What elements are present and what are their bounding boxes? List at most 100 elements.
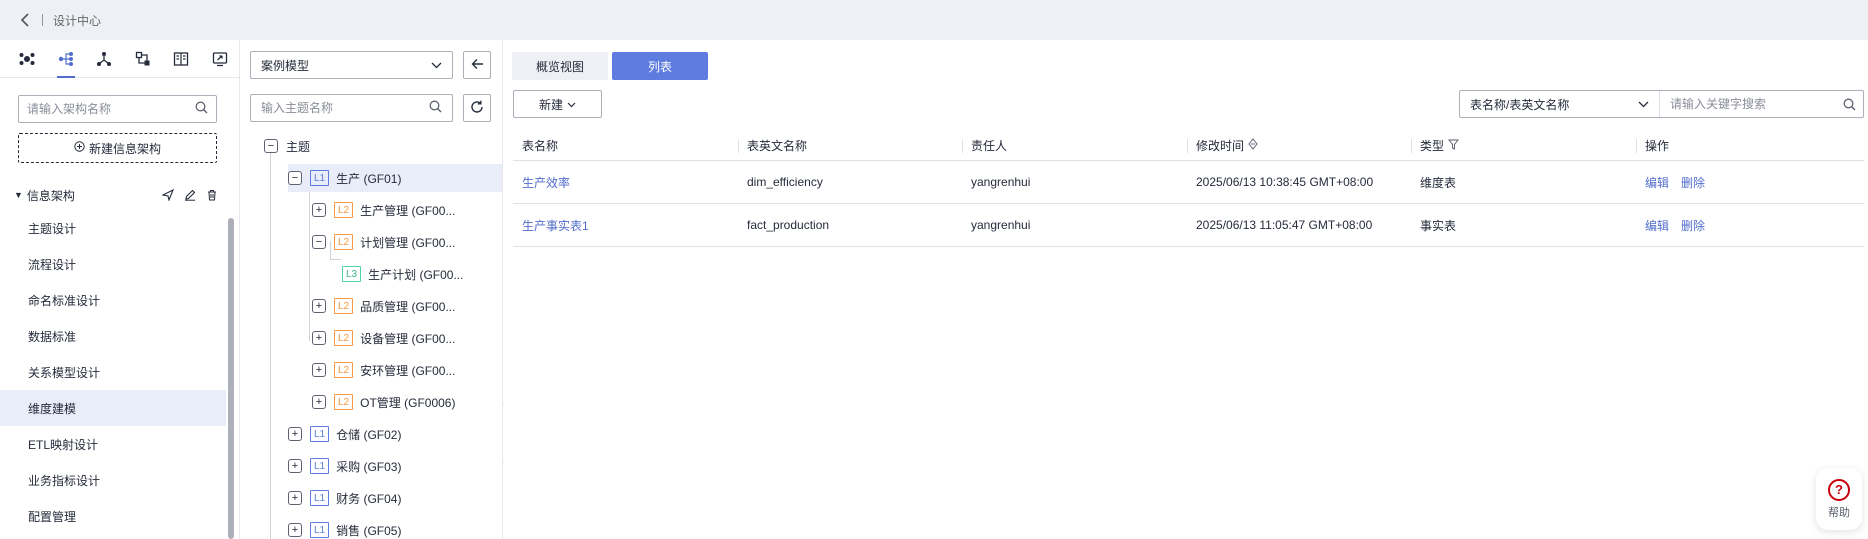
column-header-en-name: 表英文名称 xyxy=(738,131,962,160)
tree-node[interactable]: + L1 销售 (GF05) xyxy=(288,516,401,539)
expand-icon[interactable]: + xyxy=(312,203,326,217)
expand-icon[interactable]: + xyxy=(288,459,302,473)
architecture-search-input[interactable] xyxy=(27,102,195,116)
tree-node[interactable]: + L1 财务 (GF04) xyxy=(288,484,401,512)
expand-icon[interactable]: + xyxy=(288,427,302,441)
nav-item-data-standard[interactable]: 数据标准 xyxy=(0,318,226,354)
collapse-icon[interactable]: − xyxy=(312,235,326,249)
table-cell-type: 事实表 xyxy=(1420,218,1457,233)
filter-icon[interactable] xyxy=(1447,139,1460,153)
nav-item-config-management[interactable]: 配置管理 xyxy=(0,498,226,534)
monitor-icon[interactable] xyxy=(201,40,240,78)
table-row: 生产事实表1 fact_production yangrenhui 2025/0… xyxy=(513,204,1864,247)
tree-guide-line xyxy=(309,179,310,341)
search-icon[interactable] xyxy=(429,100,442,116)
expand-icon[interactable]: + xyxy=(312,299,326,313)
model-select[interactable]: 案例模型 xyxy=(250,51,453,79)
new-architecture-button[interactable]: 新建信息架构 xyxy=(18,133,217,163)
nav-item-topic-design[interactable]: 主题设计 xyxy=(0,210,226,246)
help-button[interactable]: ? 帮助 xyxy=(1816,468,1862,530)
collapse-icon[interactable]: − xyxy=(264,139,278,153)
nav-item-label: 数据标准 xyxy=(28,329,77,344)
tree-node[interactable]: + L2 OT管理 (GF0006) xyxy=(312,388,455,416)
tree-node-label: 生产计划 (GF00... xyxy=(368,267,464,282)
tree-node[interactable]: + L2 品质管理 (GF00... xyxy=(312,292,455,320)
tree-node-label: 安环管理 (GF00... xyxy=(360,363,456,378)
column-header-name: 表名称 xyxy=(513,131,738,160)
relation-icon[interactable] xyxy=(85,40,124,78)
level-badge: L2 xyxy=(334,362,354,378)
tree-root[interactable]: − 主题 xyxy=(264,132,502,160)
nav-item-business-metrics[interactable]: 业务指标设计 xyxy=(0,462,226,498)
page-title: 设计中心 xyxy=(53,13,102,28)
tree-node[interactable]: + L2 安环管理 (GF00... xyxy=(312,356,455,384)
keyword-search-input[interactable] xyxy=(1660,97,1835,111)
nav-item-process-design[interactable]: 流程设计 xyxy=(0,246,226,282)
chevron-left-icon[interactable] xyxy=(18,13,32,27)
tree-node-label: 生产 (GF01) xyxy=(336,171,402,186)
send-icon[interactable] xyxy=(162,189,174,201)
expand-icon[interactable]: + xyxy=(288,491,302,505)
arrow-left-icon xyxy=(471,58,484,73)
info-architecture-title: 信息架构 xyxy=(26,188,75,203)
expand-icon[interactable]: + xyxy=(288,523,302,537)
delete-link[interactable]: 删除 xyxy=(1681,217,1705,234)
divider xyxy=(42,14,43,26)
level-badge: L1 xyxy=(310,522,330,538)
tree-node[interactable]: + L1 采购 (GF03) xyxy=(288,452,401,480)
topic-search-field[interactable] xyxy=(250,94,453,122)
search-icon[interactable] xyxy=(1835,98,1863,111)
table-name-link[interactable]: 生产事实表1 xyxy=(522,219,589,233)
tree-node[interactable]: − L1 生产 (GF01) xyxy=(288,164,502,192)
tree-node[interactable]: + L2 设备管理 (GF00... xyxy=(312,324,455,352)
tree-node[interactable]: L3 生产计划 (GF00... xyxy=(342,260,463,288)
nav-item-naming-standard[interactable]: 命名标准设计 xyxy=(0,282,226,318)
topic-tree-panel: 案例模型 − 主题 − L1 生产 (GF01) xyxy=(240,40,503,539)
delete-link[interactable]: 删除 xyxy=(1681,174,1705,191)
nav-item-dimensional-modeling[interactable]: 维度建模 xyxy=(0,390,226,426)
nav-item-relational-model[interactable]: 关系模型设计 xyxy=(0,354,226,390)
edit-link[interactable]: 编辑 xyxy=(1645,217,1669,234)
tree-node[interactable]: − L2 计划管理 (GF00... xyxy=(312,228,455,256)
view-tabs: 概览视图 列表 xyxy=(512,52,708,80)
sort-icon[interactable] xyxy=(1248,138,1258,153)
edit-link[interactable]: 编辑 xyxy=(1645,174,1669,191)
table-cell-actions: 编辑 删除 xyxy=(1636,174,1864,191)
table-name-link[interactable]: 生产效率 xyxy=(522,176,570,190)
search-field-select[interactable]: 表名称/表英文名称 xyxy=(1460,91,1660,117)
tree-node[interactable]: + L1 仓储 (GF02) xyxy=(288,420,401,448)
nav-item-label: ETL映射设计 xyxy=(28,437,99,452)
table-header: 表名称 表英文名称 责任人 修改时间 类型 操作 xyxy=(513,131,1864,161)
book-icon[interactable] xyxy=(162,40,201,78)
caret-down-icon[interactable]: ▼ xyxy=(14,190,23,200)
info-architecture-header[interactable]: ▼ 信息架构 xyxy=(0,180,226,210)
table-cell-type: 维度表 xyxy=(1420,175,1457,190)
expand-icon[interactable]: + xyxy=(312,395,326,409)
tree-icon[interactable] xyxy=(47,40,86,78)
architecture-icon[interactable] xyxy=(8,40,47,78)
tab-list[interactable]: 列表 xyxy=(612,52,708,80)
section-actions xyxy=(162,189,226,201)
level-badge: L2 xyxy=(334,298,354,314)
tree-node[interactable]: + L2 生产管理 (GF00... xyxy=(312,196,455,224)
tree-node-label: 设备管理 (GF00... xyxy=(360,331,456,346)
collapse-icon[interactable]: − xyxy=(288,171,302,185)
edit-icon[interactable] xyxy=(184,189,196,201)
nav-item-etl-mapping[interactable]: ETL映射设计 xyxy=(0,426,226,462)
topic-search-input[interactable] xyxy=(261,101,429,115)
delete-icon[interactable] xyxy=(206,189,218,201)
expand-icon[interactable]: + xyxy=(312,331,326,345)
column-header-modified[interactable]: 修改时间 xyxy=(1187,131,1411,160)
refresh-button[interactable] xyxy=(463,94,491,122)
expand-icon[interactable]: + xyxy=(312,363,326,377)
column-header-type[interactable]: 类型 xyxy=(1411,131,1636,160)
nav-list: 主题设计 流程设计 命名标准设计 数据标准 关系模型设计 维度建模 ETL映射设… xyxy=(0,210,226,534)
new-dropdown-button[interactable]: 新建 xyxy=(513,90,602,118)
search-icon[interactable] xyxy=(195,101,208,117)
flow-icon[interactable] xyxy=(124,40,163,78)
back-arrow-button[interactable] xyxy=(463,51,491,79)
tab-overview[interactable]: 概览视图 xyxy=(512,52,608,80)
tree-guide-line xyxy=(330,259,341,260)
nav-scrollbar[interactable] xyxy=(228,218,234,539)
architecture-search-field[interactable] xyxy=(18,95,217,123)
